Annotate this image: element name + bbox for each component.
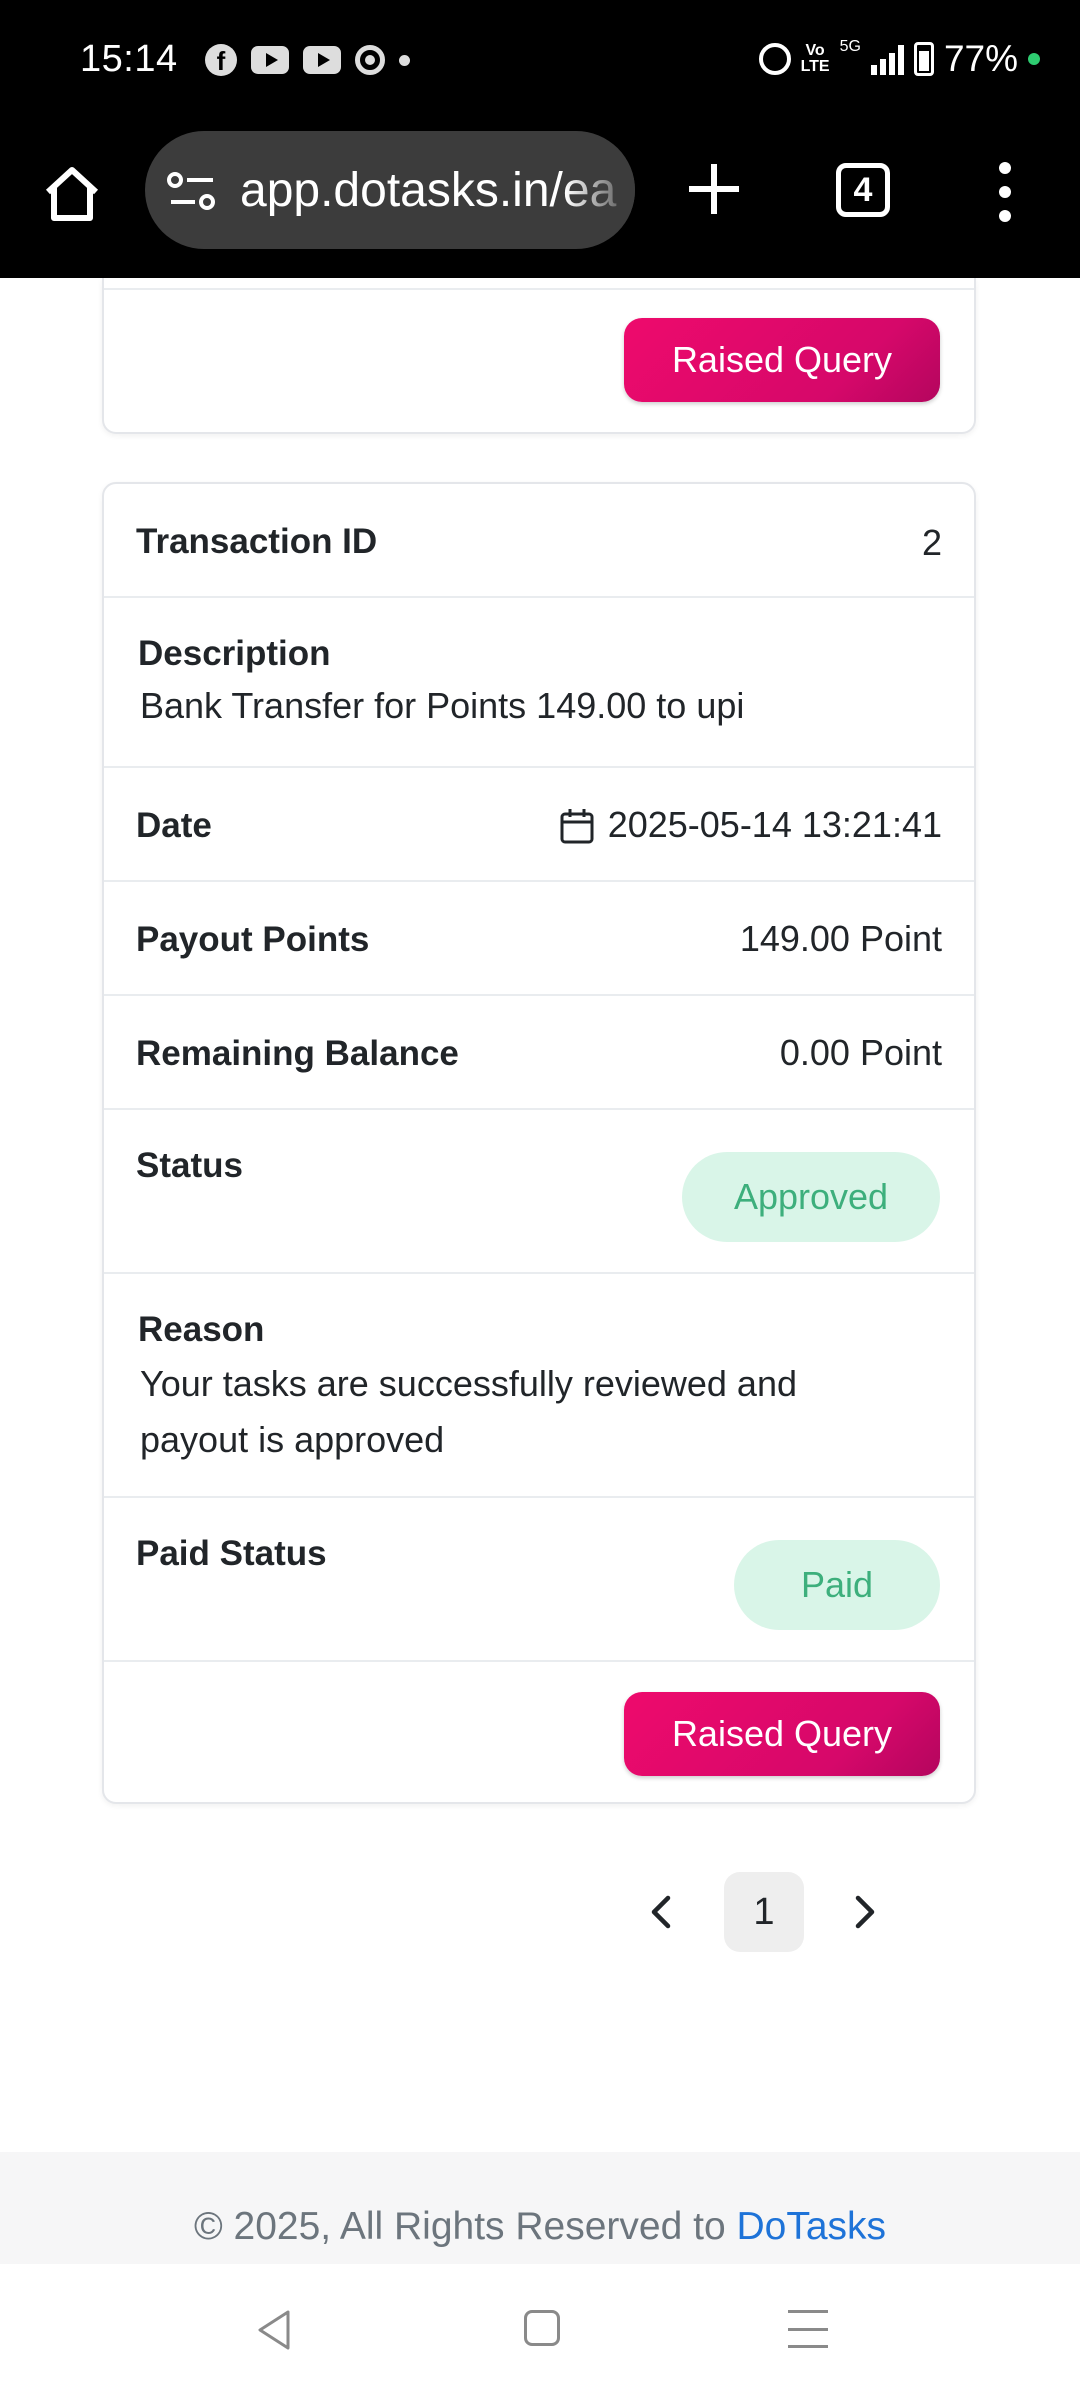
back-icon[interactable]	[254, 2308, 294, 2352]
url-fade	[565, 131, 635, 249]
calendar-icon	[560, 809, 594, 844]
alarm-icon	[758, 43, 791, 75]
chrome-icon	[355, 45, 385, 75]
pagination: 1	[0, 1872, 1080, 1952]
volte-icon: Vo LTE	[800, 42, 830, 75]
next-page-button[interactable]	[842, 1890, 886, 1934]
date-value-wrap: 2025-05-14 13:21:41	[560, 804, 942, 846]
nav-home-icon[interactable]	[524, 2310, 560, 2346]
status-time: 15:14	[80, 38, 178, 80]
youtube-icon	[303, 46, 341, 74]
status-label: Status	[136, 1146, 243, 1185]
more-menu-button[interactable]	[990, 162, 1020, 222]
payout-points-value: 149.00 Point	[739, 918, 942, 959]
current-page[interactable]: 1	[724, 1872, 804, 1952]
paid-status-row: Paid Status Paid	[104, 1498, 974, 1662]
system-icons: Vo LTE 5G 77%	[758, 38, 1040, 80]
status-row: Status Approved	[104, 1110, 974, 1274]
paid-status-badge: Paid	[734, 1540, 940, 1630]
home-icon	[45, 167, 99, 221]
paid-status-label: Paid Status	[136, 1534, 327, 1573]
address-bar[interactable]: app.dotasks.in/ea	[145, 131, 635, 249]
payout-points-row: Payout Points 149.00 Point	[104, 882, 974, 996]
date-label: Date	[136, 806, 212, 845]
browser-toolbar: app.dotasks.in/ea 4	[0, 120, 1080, 278]
raised-query-button[interactable]: Raised Query	[624, 318, 940, 402]
reason-row: Reason Your tasks are successfully revie…	[104, 1274, 974, 1498]
copyright-text: © 2025, All Rights Reserved to	[193, 2205, 737, 2248]
youtube-icon	[251, 46, 289, 74]
tab-switcher-button[interactable]: 4	[836, 163, 890, 217]
description-value: Bank Transfer for Points 149.00 to upi	[140, 685, 745, 726]
recent-apps-icon[interactable]	[788, 2310, 828, 2348]
previous-page-button[interactable]	[640, 1890, 684, 1934]
raised-query-button[interactable]: Raised Query	[624, 1692, 940, 1776]
reason-label: Reason	[138, 1310, 265, 1349]
previous-transaction-card: Raised Query	[102, 278, 976, 434]
status-badge: Approved	[682, 1152, 940, 1242]
chevron-left-icon	[651, 1895, 671, 1929]
remaining-balance-label: Remaining Balance	[136, 1034, 459, 1073]
row-divider	[104, 288, 974, 290]
chevron-right-icon	[855, 1895, 875, 1929]
dot-icon	[399, 54, 410, 66]
battery-icon	[913, 42, 934, 76]
remaining-balance-value: 0.00 Point	[779, 1032, 942, 1073]
home-button[interactable]	[40, 162, 104, 226]
date-row: Date 2025-05-14 13:21:41	[104, 768, 974, 882]
network-label: 5G	[839, 38, 861, 55]
url-text[interactable]: app.dotasks.in/ea	[240, 163, 616, 218]
privacy-dot-icon	[1028, 53, 1040, 65]
description-row: Description Bank Transfer for Points 149…	[104, 598, 974, 768]
brand-link[interactable]: DoTasks	[736, 2205, 886, 2248]
payout-points-label: Payout Points	[136, 920, 370, 959]
reason-value: Your tasks are successfully reviewed and…	[140, 1363, 797, 1460]
battery-percent: 77%	[943, 38, 1018, 79]
new-tab-button[interactable]	[685, 160, 743, 218]
site-settings-icon[interactable]	[167, 171, 217, 211]
status-bar: 15:14 f Vo LTE 5G 77%	[0, 0, 1080, 120]
system-navigation-bar	[0, 2264, 1080, 2400]
transaction-card: Transaction ID 2 Description Bank Transf…	[102, 482, 976, 1804]
signal-icon	[870, 43, 904, 75]
transaction-id-label: Transaction ID	[136, 522, 378, 561]
remaining-balance-row: Remaining Balance 0.00 Point	[104, 996, 974, 1110]
transaction-id-value: 2	[921, 522, 942, 563]
facebook-icon: f	[205, 44, 237, 76]
transaction-id-row: Transaction ID 2	[104, 484, 974, 598]
description-label: Description	[138, 634, 331, 673]
notification-icons: f	[205, 44, 410, 76]
plus-icon	[689, 164, 739, 214]
date-value: 2025-05-14 13:21:41	[607, 804, 942, 845]
page-footer: © 2025, All Rights Reserved to DoTasks	[0, 2152, 1080, 2264]
